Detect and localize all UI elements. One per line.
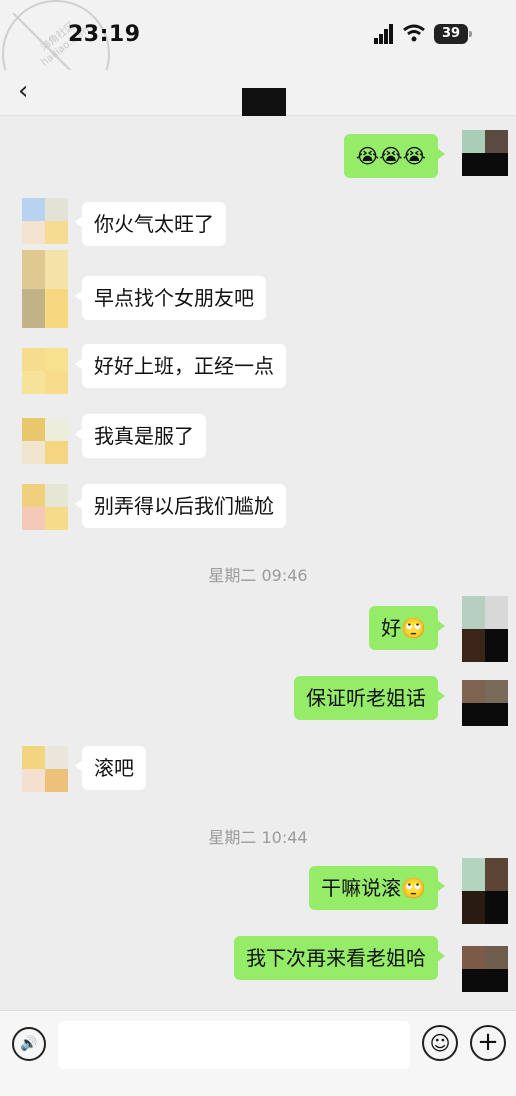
avatar-contact[interactable] — [22, 250, 68, 328]
avatar-self[interactable] — [462, 596, 508, 662]
input-bar: 🔊 ☺ + — [0, 1010, 516, 1096]
avatar-self[interactable] — [462, 946, 508, 992]
signal-icon — [374, 24, 394, 44]
message-bubble-incoming[interactable]: 早点找个女朋友吧 — [75, 276, 266, 320]
message-bubble-outgoing[interactable]: 我下次再来看老姐哈 — [234, 936, 445, 980]
status-time: 23:19 — [68, 22, 141, 47]
avatar-self[interactable] — [462, 130, 508, 176]
chat-message-list[interactable]: 😭😭😭 你火气太旺了 早点找个女朋友吧 好好上班，正经一点 我真是服了 别弄得以… — [0, 116, 516, 1010]
message-bubble-outgoing[interactable]: 好🙄 — [369, 606, 445, 650]
nav-bar: ‹ — [0, 70, 516, 116]
avatar-contact[interactable] — [22, 746, 68, 792]
avatar-contact[interactable] — [22, 348, 68, 394]
timestamp: 星期二 09:46 — [208, 566, 308, 585]
chevron-left-icon[interactable]: ‹ — [18, 76, 28, 106]
message-bubble-outgoing[interactable]: 😭😭😭 — [343, 134, 446, 178]
message-bubble-incoming[interactable]: 你火气太旺了 — [75, 202, 226, 246]
plus-icon[interactable]: + — [470, 1025, 506, 1061]
message-bubble-outgoing[interactable]: 干嘛说滚🙄 — [309, 866, 445, 910]
avatar-self[interactable] — [462, 858, 508, 924]
avatar-contact[interactable] — [22, 418, 68, 464]
emoji-icon[interactable]: ☺ — [422, 1025, 458, 1061]
message-bubble-incoming[interactable]: 滚吧 — [75, 746, 146, 790]
avatar-contact[interactable] — [22, 198, 68, 244]
message-input[interactable] — [58, 1021, 410, 1069]
message-bubble-outgoing[interactable]: 保证听老姐话 — [294, 676, 445, 720]
battery-indicator: 39 — [434, 24, 472, 44]
message-bubble-incoming[interactable]: 别弄得以后我们尴尬 — [75, 484, 286, 528]
contact-name-redacted — [242, 88, 286, 116]
message-bubble-incoming[interactable]: 我真是服了 — [75, 414, 206, 458]
avatar-contact[interactable] — [22, 484, 68, 530]
voice-icon[interactable]: 🔊 — [12, 1027, 46, 1061]
wifi-icon — [403, 24, 425, 42]
message-bubble-incoming[interactable]: 好好上班，正经一点 — [75, 344, 286, 388]
avatar-self[interactable] — [462, 680, 508, 726]
status-bar: 海角社区 haijiao.com 23:19 39 — [0, 0, 516, 108]
timestamp: 星期二 10:44 — [208, 828, 308, 847]
